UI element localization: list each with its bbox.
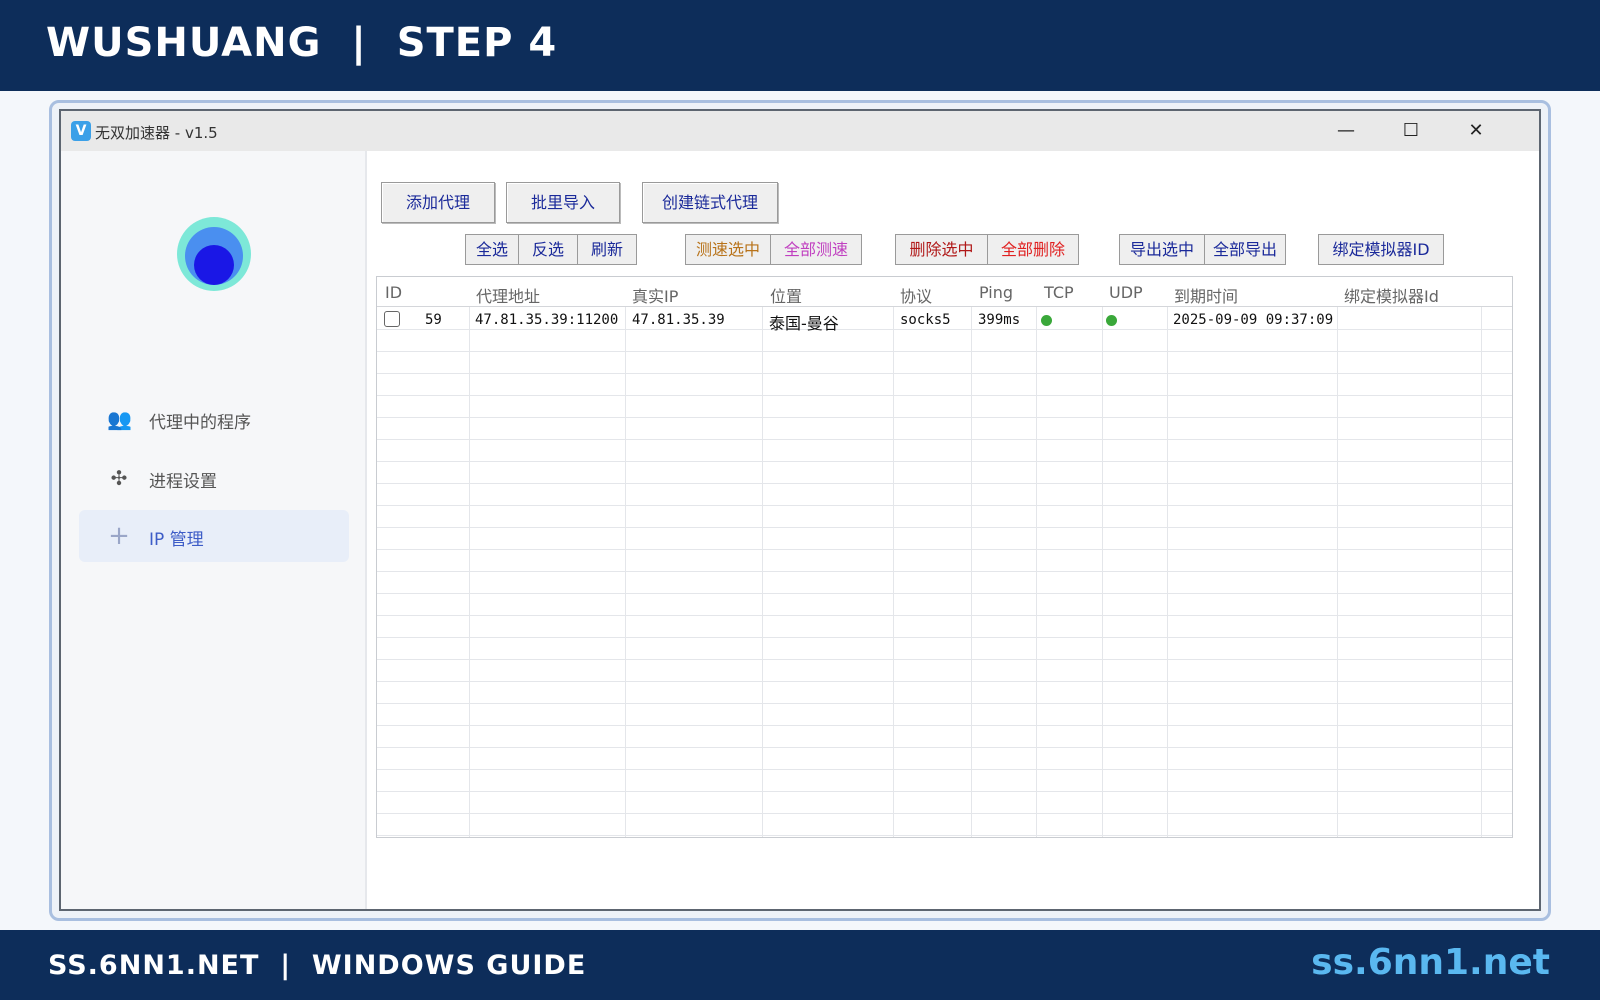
table-row-divider xyxy=(377,615,1512,616)
cell-ping: 399ms xyxy=(978,312,1021,328)
sidebar-item-label: 进程设置 xyxy=(149,472,217,492)
users-icon: 👥 xyxy=(107,407,132,431)
delete-selected-button[interactable]: 删除选中 xyxy=(895,234,988,265)
table-column-divider xyxy=(762,307,763,837)
column-header-expire[interactable]: 到期时间 xyxy=(1174,283,1238,307)
column-header-protocol[interactable]: 协议 xyxy=(900,283,932,307)
batch-import-button[interactable]: 批里导入 xyxy=(506,182,620,223)
table-row-divider xyxy=(377,593,1512,594)
export-all-button[interactable]: 全部导出 xyxy=(1204,234,1286,265)
table-column-divider xyxy=(1102,307,1103,837)
table-row-divider xyxy=(377,659,1512,660)
fan-icon: ✣ xyxy=(110,466,128,490)
table-row-divider xyxy=(377,527,1512,528)
cell-real-ip: 47.81.35.39 xyxy=(632,312,725,328)
proxy-table: ID 代理地址 真实IP 位置 协议 Ping TCP UDP 到期时间 绑定模… xyxy=(376,276,1513,838)
delete-all-button[interactable]: 全部删除 xyxy=(987,234,1079,265)
table-row-divider xyxy=(377,461,1512,462)
sidebar: 👥 代理中的程序 ✣ 进程设置 + IP 管理 xyxy=(61,151,367,909)
table-column-divider xyxy=(893,307,894,837)
table-row-divider xyxy=(377,549,1512,550)
select-all-button[interactable]: 全选 xyxy=(465,234,519,265)
table-column-divider xyxy=(1337,307,1338,837)
column-header-udp[interactable]: UDP xyxy=(1109,283,1143,302)
banner-title: WUSHUANG | STEP 4 xyxy=(46,20,558,66)
table-row-divider xyxy=(377,505,1512,506)
column-header-emulator-id[interactable]: 绑定模拟器Id xyxy=(1344,283,1439,307)
sidebar-item-ip-management[interactable]: + IP 管理 xyxy=(79,510,349,562)
column-header-id[interactable]: ID xyxy=(385,283,402,302)
export-selected-button[interactable]: 导出选中 xyxy=(1119,234,1205,265)
column-header-ping[interactable]: Ping xyxy=(979,283,1013,302)
table-row-divider xyxy=(377,681,1512,682)
app-logo xyxy=(177,217,251,291)
column-header-address[interactable]: 代理地址 xyxy=(476,283,540,307)
row-checkbox[interactable] xyxy=(384,311,400,327)
table-row-divider xyxy=(377,725,1512,726)
table-row-divider xyxy=(377,395,1512,396)
table-row-divider xyxy=(377,571,1512,572)
table-row-divider xyxy=(377,351,1512,352)
table-row-divider xyxy=(377,703,1512,704)
top-banner: WUSHUANG | STEP 4 xyxy=(0,0,1600,91)
sidebar-item-process-settings[interactable]: ✣ 进程设置 xyxy=(79,452,349,504)
table-row-divider xyxy=(377,439,1512,440)
app-window: V 无双加速器 - v1.5 — ☐ ✕ 👥 代理中的程序 ✣ 进程设置 + I… xyxy=(59,109,1541,911)
column-header-real-ip[interactable]: 真实IP xyxy=(632,283,678,307)
sidebar-item-label: 代理中的程序 xyxy=(149,413,251,433)
table-column-divider xyxy=(971,307,972,837)
table-row-divider xyxy=(377,791,1512,792)
title-bar[interactable]: V 无双加速器 - v1.5 — ☐ ✕ xyxy=(61,111,1539,151)
table-row-divider xyxy=(377,835,1512,836)
footer-site-link[interactable]: ss.6nn1.net xyxy=(1311,942,1550,983)
cell-protocol: socks5 xyxy=(900,312,951,328)
table-row-divider xyxy=(377,483,1512,484)
table-column-divider xyxy=(1036,307,1037,837)
tcp-status-icon xyxy=(1041,315,1052,326)
ip-management-panel: 添加代理 批里导入 创建链式代理 全选 反选 刷新 测速选中 全部测速 删除选中… xyxy=(369,151,1539,909)
column-header-tcp[interactable]: TCP xyxy=(1044,283,1074,302)
table-row-divider xyxy=(377,637,1512,638)
table-row-divider xyxy=(377,747,1512,748)
cell-expire: 2025-09-09 09:37:09 xyxy=(1173,312,1334,328)
table-row-divider xyxy=(377,373,1512,374)
app-logo-icon: V xyxy=(71,121,91,141)
cell-id: 59 xyxy=(425,312,442,328)
table-row-divider xyxy=(377,813,1512,814)
cell-address: 47.81.35.39:11200 xyxy=(475,312,619,328)
footer-guide-label: SS.6NN1.NET | WINDOWS GUIDE xyxy=(48,950,587,981)
minimize-button[interactable]: — xyxy=(1323,115,1369,147)
udp-status-icon xyxy=(1106,315,1117,326)
cell-location: 泰国-曼谷 xyxy=(769,314,839,333)
sidebar-item-label: IP 管理 xyxy=(149,530,204,550)
table-row-divider xyxy=(377,417,1512,418)
plus-icon: + xyxy=(108,521,130,551)
table-header: ID 代理地址 真实IP 位置 协议 Ping TCP UDP 到期时间 绑定模… xyxy=(377,277,1512,307)
table-row-divider xyxy=(377,329,1512,330)
window-title: 无双加速器 - v1.5 xyxy=(95,124,218,142)
table-column-divider xyxy=(1167,307,1168,837)
test-all-button[interactable]: 全部测速 xyxy=(770,234,862,265)
bottom-banner: SS.6NN1.NET | WINDOWS GUIDE ss.6nn1.net xyxy=(0,930,1600,1000)
maximize-button[interactable]: ☐ xyxy=(1388,115,1434,147)
test-selected-button[interactable]: 测速选中 xyxy=(685,234,771,265)
close-button[interactable]: ✕ xyxy=(1453,115,1499,147)
refresh-button[interactable]: 刷新 xyxy=(577,234,637,265)
create-chain-proxy-button[interactable]: 创建链式代理 xyxy=(642,182,778,223)
sidebar-item-proxied-programs[interactable]: 👥 代理中的程序 xyxy=(79,393,349,445)
add-proxy-button[interactable]: 添加代理 xyxy=(381,182,495,223)
column-header-location[interactable]: 位置 xyxy=(770,283,802,307)
invert-selection-button[interactable]: 反选 xyxy=(518,234,578,265)
table-column-divider xyxy=(625,307,626,837)
table-row-divider xyxy=(377,769,1512,770)
table-column-divider xyxy=(469,307,470,837)
bind-emulator-id-button[interactable]: 绑定模拟器ID xyxy=(1318,234,1444,265)
table-column-divider xyxy=(1481,307,1482,837)
